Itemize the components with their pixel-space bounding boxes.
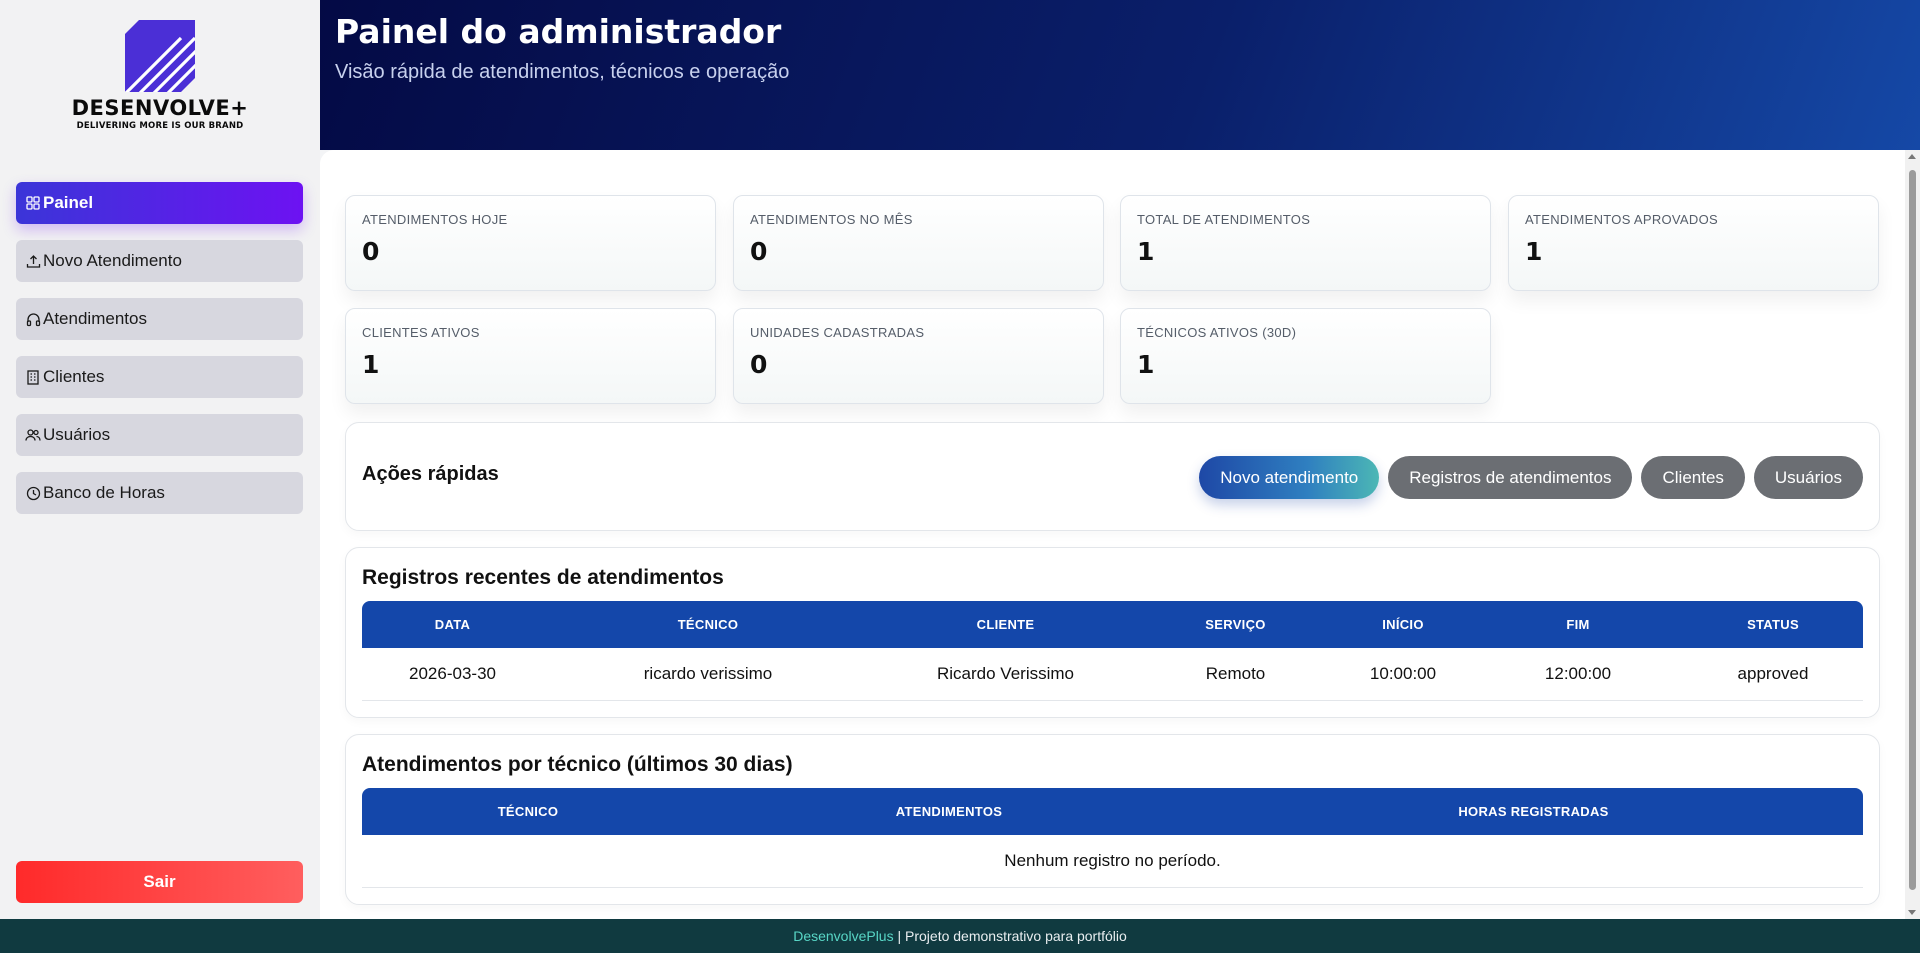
by-technician-table: TÉCNICO ATENDIMENTOS HORAS REGISTRADAS N… — [362, 788, 1863, 888]
sidebar-item-label: Atendimentos — [43, 309, 147, 328]
kpi-value: 1 — [1525, 237, 1543, 266]
kpi-card: CLIENTES ATIVOS 1 — [345, 308, 716, 404]
kpi-card: TOTAL DE ATENDIMENTOS 1 — [1120, 195, 1491, 291]
kpi-label: ATENDIMENTOS NO MÊS — [750, 212, 913, 227]
clients-button[interactable]: Clientes — [1641, 456, 1745, 499]
kpi-card: ATENDIMENTOS APROVADOS 1 — [1508, 195, 1879, 291]
table-row[interactable]: 2026-03-30 ricardo verissimo Ricardo Ver… — [362, 648, 1863, 701]
column-header: HORAS REGISTRADAS — [1204, 788, 1863, 835]
kpi-value: 0 — [362, 237, 380, 266]
users-button[interactable]: Usuários — [1753, 456, 1863, 499]
kpi-label: CLIENTES ATIVOS — [362, 325, 480, 340]
sidebar-item-label: Usuários — [43, 425, 111, 444]
logo-mark-icon — [125, 20, 195, 92]
cell-date: 2026-03-30 — [362, 648, 543, 701]
sidebar-item-atendimentos[interactable]: Atendimentos — [16, 298, 303, 340]
column-header: INÍCIO — [1333, 601, 1473, 648]
kpi-card: TÉCNICOS ATIVOS (30D) 1 — [1120, 308, 1491, 404]
cell-end: 12:00:00 — [1473, 648, 1683, 701]
kpi-label: TÉCNICOS ATIVOS (30D) — [1137, 325, 1297, 340]
new-attendance-button[interactable]: Novo atendimento — [1199, 456, 1380, 499]
footer-text: | Projeto demonstrativo para portfólio — [893, 928, 1127, 944]
cell-status: approved — [1683, 648, 1863, 701]
kpi-label: TOTAL DE ATENDIMENTOS — [1137, 212, 1311, 227]
sidebar-item-label: Clientes — [43, 367, 105, 386]
empty-message: Nenhum registro no período. — [362, 835, 1863, 888]
sidebar-item-novo-atendimento[interactable]: Novo Atendimento — [16, 240, 303, 282]
recent-records-title: Registros recentes de atendimentos — [362, 566, 724, 589]
attendance-records-button[interactable]: Registros de atendimentos — [1388, 456, 1633, 499]
sidebar-nav: Painel Novo Atendimento Atendimentos Cli… — [16, 182, 303, 530]
sidebar-item-label: Banco de Horas — [43, 483, 165, 502]
column-header: CLIENTE — [873, 601, 1138, 648]
by-technician-title: Atendimentos por técnico (últimos 30 dia… — [362, 753, 793, 776]
table-header-row: DATA TÉCNICO CLIENTE SERVIÇO INÍCIO FIM … — [362, 601, 1863, 648]
recent-records-card: Registros recentes de atendimentos DATA … — [345, 547, 1880, 718]
sidebar-item-banco-de-horas[interactable]: Banco de Horas — [16, 472, 303, 514]
scroll-down-icon[interactable] — [1908, 910, 1916, 915]
column-header: DATA — [362, 601, 543, 648]
kpi-value: 0 — [750, 237, 768, 266]
quick-actions-title: Ações rápidas — [362, 463, 499, 485]
sidebar: DESENVOLVE+ DELIVERING MORE IS OUR BRAND… — [0, 0, 320, 919]
recent-records-table: DATA TÉCNICO CLIENTE SERVIÇO INÍCIO FIM … — [362, 601, 1863, 701]
headphones-icon — [25, 311, 41, 327]
table-header-row: TÉCNICO ATENDIMENTOS HORAS REGISTRADAS — [362, 788, 1863, 835]
users-icon — [25, 427, 41, 443]
logout-button[interactable]: Sair — [16, 861, 303, 903]
kpi-value: 1 — [1137, 350, 1155, 379]
column-header: FIM — [1473, 601, 1683, 648]
kpi-card: ATENDIMENTOS NO MÊS 0 — [733, 195, 1104, 291]
brand-logo[interactable]: DESENVOLVE+ DELIVERING MORE IS OUR BRAND — [60, 20, 260, 135]
kpi-label: ATENDIMENTOS APROVADOS — [1525, 212, 1718, 227]
column-header: TÉCNICO — [362, 788, 694, 835]
by-technician-card: Atendimentos por técnico (últimos 30 dia… — [345, 734, 1880, 905]
kpi-card: UNIDADES CADASTRADAS 0 — [733, 308, 1104, 404]
kpi-label: ATENDIMENTOS HOJE — [362, 212, 508, 227]
column-header: TÉCNICO — [543, 601, 873, 648]
table-row: Nenhum registro no período. — [362, 835, 1863, 888]
upload-icon — [25, 253, 41, 269]
footer-brand-link[interactable]: DesenvolvePlus — [793, 928, 893, 944]
kpi-card: ATENDIMENTOS HOJE 0 — [345, 195, 716, 291]
page-title: Painel do administrador — [335, 12, 782, 51]
vertical-scrollbar[interactable] — [1905, 150, 1920, 919]
dashboard-main: ATENDIMENTOS HOJE 0 ATENDIMENTOS NO MÊS … — [320, 150, 1905, 919]
scroll-thumb[interactable] — [1909, 170, 1916, 890]
kpi-value: 1 — [1137, 237, 1155, 266]
cell-technician: ricardo verissimo — [543, 648, 873, 701]
sidebar-item-clientes[interactable]: Clientes — [16, 356, 303, 398]
grid-icon — [25, 195, 41, 211]
quick-actions-buttons: Novo atendimento Registros de atendiment… — [1199, 456, 1863, 499]
page-footer: DesenvolvePlus | Projeto demonstrativo p… — [0, 919, 1920, 953]
kpi-value: 1 — [362, 350, 380, 379]
cell-service: Remoto — [1138, 648, 1333, 701]
sidebar-item-label: Painel — [43, 193, 94, 212]
brand-name: DESENVOLVE+ — [71, 96, 249, 120]
page-header: Painel do administrador Visão rápida de … — [320, 0, 1920, 150]
kpi-value: 0 — [750, 350, 768, 379]
sidebar-item-label: Novo Atendimento — [43, 251, 182, 270]
sidebar-item-usuarios[interactable]: Usuários — [16, 414, 303, 456]
sidebar-item-painel[interactable]: Painel — [16, 182, 303, 224]
quick-actions-card: Ações rápidas Novo atendimento Registros… — [345, 422, 1880, 531]
brand-tagline: DELIVERING MORE IS OUR BRAND — [76, 121, 244, 131]
page-subtitle: Visão rápida de atendimentos, técnicos e… — [335, 61, 790, 83]
column-header: STATUS — [1683, 601, 1863, 648]
column-header: ATENDIMENTOS — [694, 788, 1204, 835]
column-header: SERVIÇO — [1138, 601, 1333, 648]
cell-start: 10:00:00 — [1333, 648, 1473, 701]
clock-icon — [25, 485, 41, 501]
scroll-up-icon[interactable] — [1908, 154, 1916, 159]
cell-client: Ricardo Verissimo — [873, 648, 1138, 701]
building-icon — [25, 369, 41, 385]
kpi-label: UNIDADES CADASTRADAS — [750, 325, 925, 340]
